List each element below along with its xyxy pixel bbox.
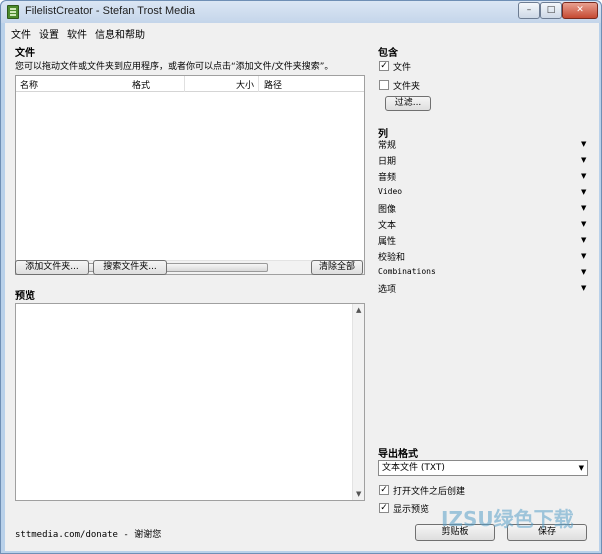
column-divider (258, 76, 259, 92)
preview-area[interactable]: ▲ ▼ (15, 303, 365, 501)
column-group-date[interactable]: 日期 (378, 154, 396, 167)
export-format-select[interactable]: 文本文件 (TXT) ▼ (378, 460, 588, 476)
column-group-options[interactable]: 选项 (378, 282, 396, 295)
open-after-create-label: 打开文件之后创建 (393, 487, 466, 497)
files-section-title: 文件 (15, 48, 35, 59)
include-section-title: 包含 (378, 48, 398, 59)
column-group-audio[interactable]: 音频 (378, 170, 396, 183)
search-folder-button[interactable]: 搜索文件夹... (93, 260, 167, 275)
app-icon (7, 5, 19, 19)
scroll-up-icon[interactable]: ▲ (356, 306, 361, 314)
file-list-header: 名称 格式 大小 路径 (16, 76, 364, 92)
scroll-down-icon[interactable]: ▼ (356, 490, 361, 498)
minimize-button[interactable]: – (518, 2, 540, 19)
open-after-create-checkbox[interactable]: ✓ (379, 485, 389, 495)
show-preview-checkbox[interactable]: ✓ (379, 503, 389, 513)
column-group-checksum[interactable]: 校验和 (378, 250, 405, 263)
file-list[interactable]: 名称 格式 大小 路径 ◀ ||| ▶ (15, 75, 365, 275)
close-button[interactable]: ✕ (562, 2, 598, 19)
filter-button[interactable]: 过滤... (385, 96, 431, 111)
export-format-value: 文本文件 (TXT) (382, 463, 445, 473)
chevron-down-icon[interactable]: ▼ (581, 204, 586, 212)
column-format[interactable]: 格式 (132, 78, 150, 91)
title-bar[interactable]: FilelistCreator - Stefan Trost Media – □… (1, 1, 601, 23)
chevron-down-icon[interactable]: ▼ (581, 236, 586, 244)
chevron-down-icon[interactable]: ▼ (581, 140, 586, 148)
export-section-title: 导出格式 (378, 449, 418, 460)
column-size[interactable]: 大小 (236, 78, 254, 91)
folders-checkbox-label: 文件夹 (393, 82, 421, 92)
column-divider (184, 76, 185, 92)
show-preview-label: 显示预览 (393, 505, 430, 515)
column-group-attributes[interactable]: 属性 (378, 234, 396, 247)
menu-settings[interactable]: 设置 (39, 26, 59, 41)
client-area: 文件 设置 软件 信息和帮助 文件 您可以拖动文件或文件夹到应用程序，或者你可以… (5, 23, 599, 551)
chevron-down-icon[interactable]: ▼ (581, 220, 586, 228)
files-checkbox[interactable]: ✓ (379, 61, 389, 71)
chevron-down-icon[interactable]: ▼ (581, 188, 586, 196)
chevron-down-icon[interactable]: ▼ (581, 268, 586, 276)
maximize-button[interactable]: □ (540, 2, 562, 19)
chevron-down-icon[interactable]: ▼ (579, 461, 584, 475)
chevron-down-icon[interactable]: ▼ (581, 156, 586, 164)
column-group-text[interactable]: 文本 (378, 218, 396, 231)
clear-all-button[interactable]: 清除全部 (311, 260, 363, 275)
folders-checkbox[interactable] (379, 80, 389, 90)
preview-section-title: 预览 (15, 291, 35, 302)
add-folder-button[interactable]: 添加文件夹... (15, 260, 89, 275)
window-title: FilelistCreator - Stefan Trost Media (25, 5, 195, 17)
column-path[interactable]: 路径 (264, 78, 282, 91)
files-hint: 您可以拖动文件或文件夹到应用程序，或者你可以点击“添加文件/文件夹搜索”。 (15, 62, 334, 72)
column-group-video[interactable]: Video (378, 187, 402, 196)
column-group-combinations[interactable]: Combinations (378, 267, 436, 276)
column-group-general[interactable]: 常规 (378, 138, 396, 151)
menu-file[interactable]: 文件 (11, 26, 31, 41)
menu-software[interactable]: 软件 (67, 26, 87, 41)
menu-info-help[interactable]: 信息和帮助 (95, 26, 145, 41)
column-name[interactable]: 名称 (20, 78, 38, 91)
column-group-image[interactable]: 图像 (378, 202, 396, 215)
files-checkbox-label: 文件 (393, 63, 412, 73)
app-window: FilelistCreator - Stefan Trost Media – □… (0, 0, 602, 554)
menu-bar: 文件 设置 软件 信息和帮助 (5, 23, 599, 41)
chevron-down-icon[interactable]: ▼ (581, 252, 586, 260)
donate-text[interactable]: sttmedia.com/donate - 谢谢您 (15, 527, 161, 540)
watermark: IZSU绿色下载 (441, 507, 574, 531)
chevron-down-icon[interactable]: ▼ (581, 172, 586, 180)
chevron-down-icon[interactable]: ▼ (581, 284, 586, 292)
vertical-scrollbar[interactable]: ▲ ▼ (352, 304, 364, 500)
